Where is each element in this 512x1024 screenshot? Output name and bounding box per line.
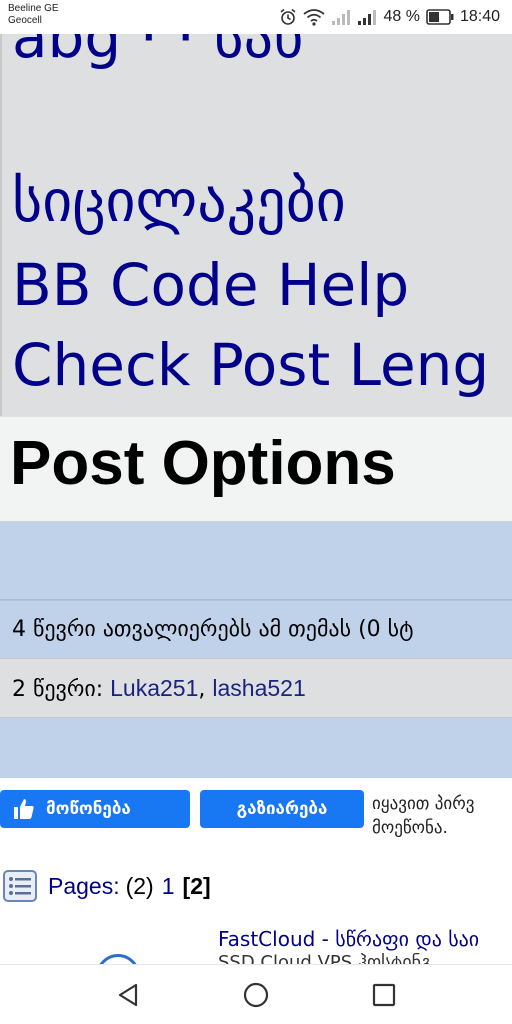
pagination: Pages: (2) 1 [2]	[0, 866, 211, 906]
spacer-band-2	[0, 718, 512, 778]
topic-viewers-text: 4 წევრი ათვალიერებს ამ თემას (0 სტ	[12, 617, 414, 642]
thumbs-up-icon	[14, 799, 34, 819]
ad-subtitle: SSD Cloud VPS ჰოსტინგ	[218, 952, 432, 964]
facebook-share-button[interactable]: გაზიარება	[200, 790, 364, 828]
carrier-name-1: Beeline GE	[8, 3, 59, 14]
page-link-1[interactable]: 1	[162, 873, 175, 900]
wifi-icon	[303, 9, 326, 26]
check-post-length-link[interactable]: Check Post Leng	[12, 336, 489, 394]
members-prefix: 2 წევრი:	[12, 677, 111, 702]
bbcode-help-link[interactable]: BB Code Help	[12, 256, 409, 314]
current-page: [2]	[182, 872, 211, 899]
page-content: abg · · სახ სიცილაკები BB Code Help Chec…	[0, 34, 512, 964]
signal-icon-2	[358, 10, 377, 25]
pages-label: Pages:	[48, 872, 120, 899]
member-link-luka251[interactable]: Luka251	[110, 675, 198, 701]
battery-icon	[426, 9, 454, 25]
facebook-note-line-1: იყავით პირვ	[372, 794, 475, 814]
post-options-title: Post Options	[10, 429, 396, 498]
recent-apps-icon[interactable]	[370, 981, 398, 1009]
status-icons: 48 % 18:40	[279, 6, 500, 28]
back-icon[interactable]	[114, 981, 142, 1009]
members-separator: ,	[198, 677, 213, 702]
smileys-link[interactable]: სიცილაკები	[12, 172, 346, 230]
topic-viewers-row: 4 წევრი ათვალიერებს ამ თემას (0 სტ	[0, 600, 512, 658]
facebook-like-button[interactable]: მოწონება	[0, 790, 190, 828]
pages-count: (2)	[125, 872, 154, 899]
android-nav-bar	[0, 964, 512, 1024]
post-options-header: Post Options	[0, 416, 512, 522]
like-label: მოწონება	[46, 799, 131, 819]
signal-icon-1	[332, 10, 351, 25]
spacer-band	[0, 522, 512, 600]
members-list: 2 წევრი: Luka251, lasha521	[12, 675, 306, 702]
ad-logo-icon[interactable]	[96, 954, 140, 964]
member-link-lasha521[interactable]: lasha521	[212, 675, 305, 701]
clock: 18:40	[459, 8, 500, 25]
facebook-like-note: იყავით პირვ მოეწონა.	[372, 792, 474, 840]
facebook-note-line-2: მოეწონა.	[372, 818, 448, 838]
home-icon[interactable]	[242, 981, 270, 1009]
partial-option-link[interactable]: abg · · სახ	[12, 34, 303, 66]
carrier-name-2: Geocell	[8, 15, 42, 26]
share-label: გაზიარება	[236, 799, 328, 819]
status-bar: Beeline GE Geocell 48 % 18:40	[0, 0, 512, 34]
battery-percent: 48 %	[383, 8, 420, 25]
alarm-icon	[280, 8, 296, 25]
ad-title-link[interactable]: FastCloud - სწრაფი და საი	[218, 926, 479, 952]
pages-icon	[3, 870, 37, 902]
post-options-links-panel: abg · · სახ სიცილაკები BB Code Help Chec…	[0, 34, 512, 416]
carrier-info: Beeline GE Geocell	[8, 3, 59, 27]
members-row: 2 წევრი: Luka251, lasha521	[0, 658, 512, 718]
